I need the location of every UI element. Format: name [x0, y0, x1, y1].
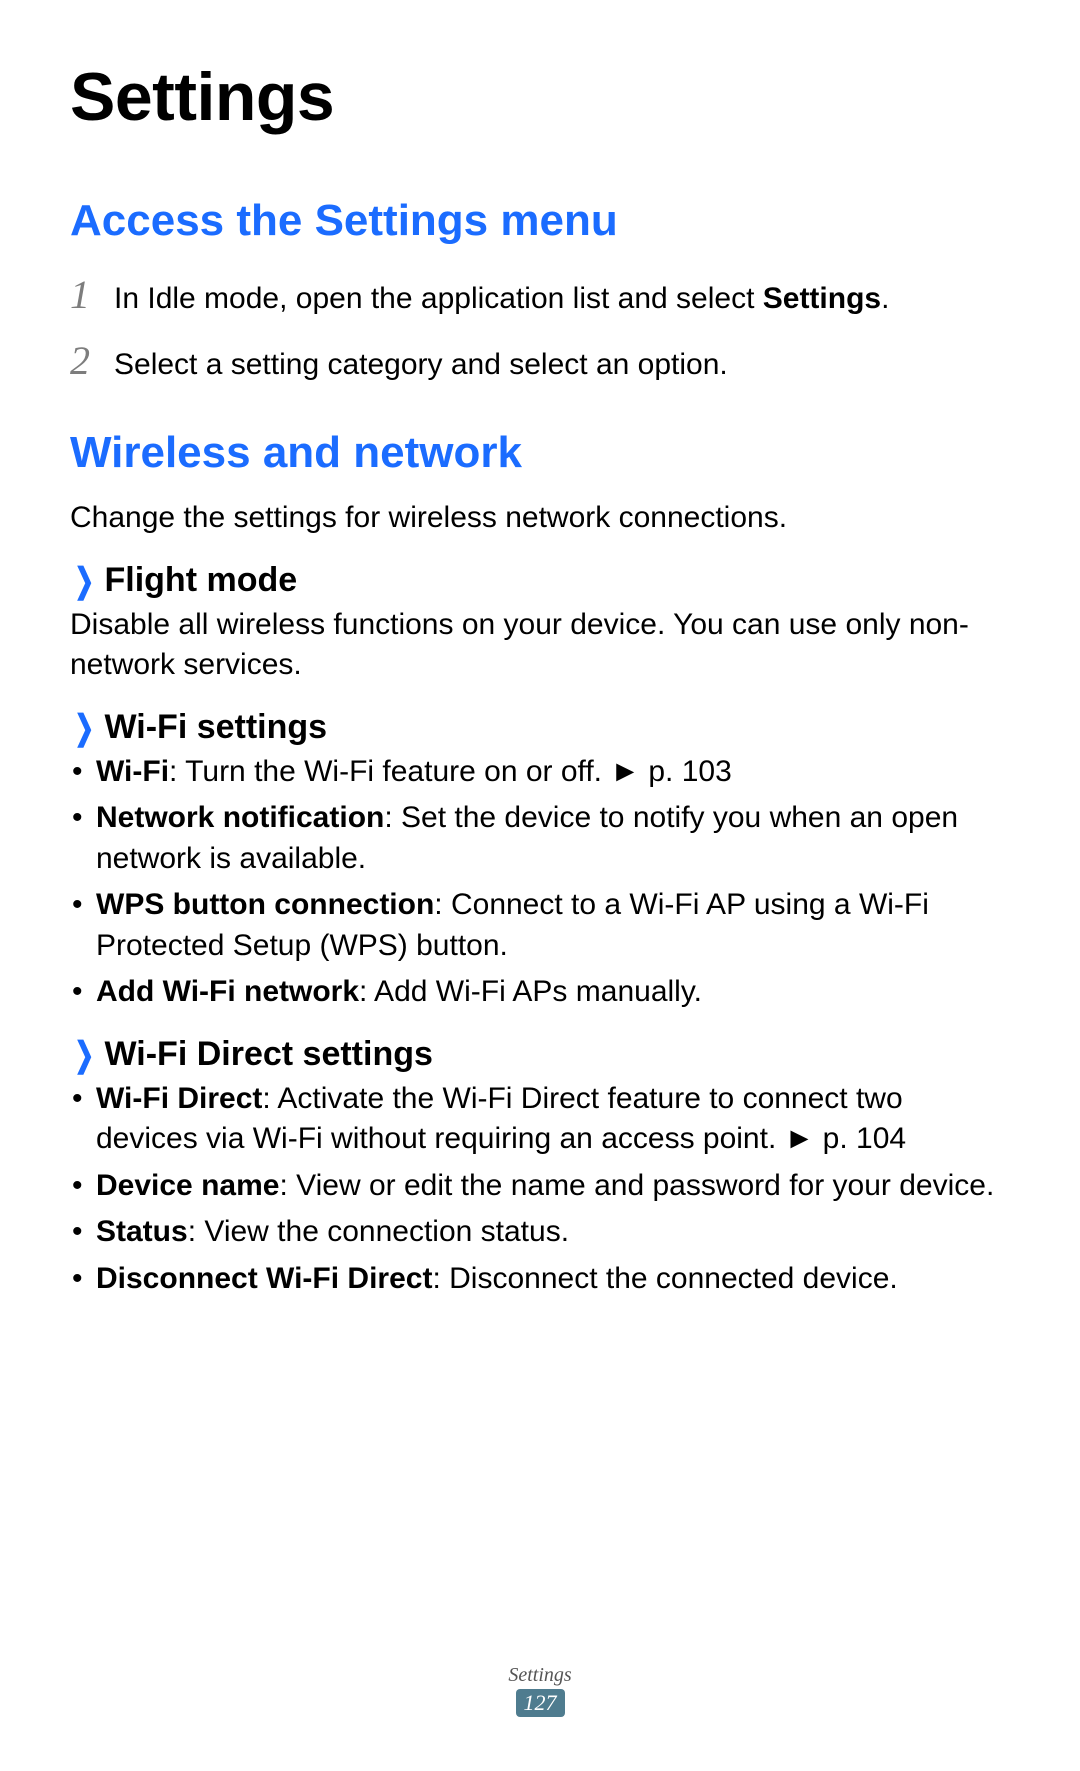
- page: Settings Access the Settings menu 1 In I…: [0, 0, 1080, 1771]
- steps-list: 1 In Idle mode, open the application lis…: [70, 266, 1010, 390]
- step-number: 1: [70, 266, 114, 324]
- page-title: Settings: [70, 58, 1010, 136]
- subheading-wifi-settings: ❯ Wi-Fi settings: [70, 708, 1010, 748]
- heading-wireless-network: Wireless and network: [70, 428, 1010, 478]
- flight-mode-body: Disable all wireless functions on your d…: [70, 605, 1010, 686]
- list-item: Network notification: Set the device to …: [70, 798, 1010, 879]
- heading-access-settings: Access the Settings menu: [70, 196, 1010, 246]
- chevron-right-icon: ❯: [74, 708, 94, 748]
- list-item: Add Wi-Fi network: Add Wi-Fi APs manuall…: [70, 972, 1010, 1013]
- list-item: Wi-Fi Direct: Activate the Wi-Fi Direct …: [70, 1079, 1010, 1160]
- page-number: 127: [516, 1689, 565, 1717]
- wifi-settings-list: Wi-Fi: Turn the Wi-Fi feature on or off.…: [70, 752, 1010, 1013]
- chevron-right-icon: ❯: [74, 561, 94, 601]
- list-item: WPS button connection: Connect to a Wi-F…: [70, 885, 1010, 966]
- step-text: In Idle mode, open the application list …: [114, 277, 889, 321]
- list-item: Device name: View or edit the name and p…: [70, 1166, 1010, 1207]
- page-footer: Settings 127: [0, 1664, 1080, 1717]
- list-item: Disconnect Wi-Fi Direct: Disconnect the …: [70, 1259, 1010, 1300]
- wireless-intro: Change the settings for wireless network…: [70, 498, 1010, 539]
- subheading-flight-mode: ❯ Flight mode: [70, 561, 1010, 601]
- step-text: Select a setting category and select an …: [114, 343, 728, 387]
- step-item: 2 Select a setting category and select a…: [70, 332, 1010, 390]
- wifi-direct-list: Wi-Fi Direct: Activate the Wi-Fi Direct …: [70, 1079, 1010, 1300]
- footer-section-label: Settings: [0, 1664, 1080, 1687]
- subheading-wifi-direct: ❯ Wi-Fi Direct settings: [70, 1035, 1010, 1075]
- step-item: 1 In Idle mode, open the application lis…: [70, 266, 1010, 324]
- list-item: Status: View the connection status.: [70, 1212, 1010, 1253]
- list-item: Wi-Fi: Turn the Wi-Fi feature on or off.…: [70, 752, 1010, 793]
- chevron-right-icon: ❯: [74, 1035, 94, 1075]
- step-number: 2: [70, 332, 114, 390]
